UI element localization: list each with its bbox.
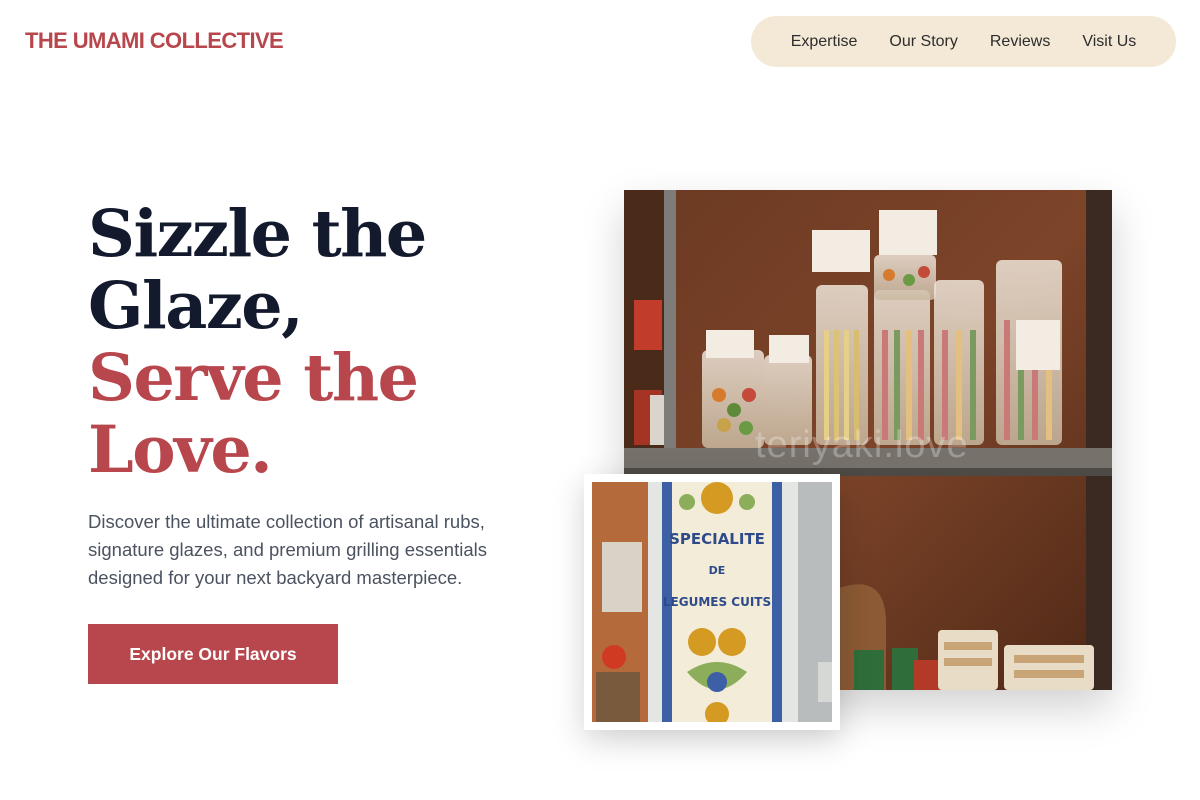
- sign-text-legumes: LEGUMES CUITS: [663, 595, 771, 609]
- nav-item-visit-us[interactable]: Visit Us: [1082, 33, 1136, 51]
- explore-flavors-button[interactable]: Explore Our Flavors: [88, 624, 338, 684]
- inset-photo-card: SPECIALITE DE LEGUMES CUITS: [584, 474, 840, 730]
- hero-title-line-1: Sizzle the: [88, 196, 427, 272]
- brand-logo[interactable]: THE UMAMI COLLECTIVE: [25, 28, 284, 54]
- hero-title: Sizzle the Glaze, Serve the Love.: [88, 198, 568, 486]
- nav-item-reviews[interactable]: Reviews: [990, 33, 1050, 51]
- vintage-sign-photo: SPECIALITE DE LEGUMES CUITS: [592, 482, 832, 722]
- sign-text-specialite: SPECIALITE: [669, 530, 765, 548]
- hero-title-line-4: Love.: [88, 412, 273, 488]
- vintage-sign-illustration: SPECIALITE DE LEGUMES CUITS: [592, 482, 832, 722]
- nav-item-expertise[interactable]: Expertise: [791, 33, 858, 51]
- hero-title-line-3: Serve the: [88, 340, 419, 416]
- main-nav: Expertise Our Story Reviews Visit Us: [751, 16, 1176, 67]
- image-watermark: teriyaki.love: [755, 424, 969, 466]
- hero-description: Discover the ultimate collection of arti…: [88, 511, 487, 588]
- hero-title-line-2: Glaze,: [88, 268, 304, 344]
- nav-item-our-story[interactable]: Our Story: [889, 33, 957, 51]
- sign-text-de: DE: [709, 564, 726, 577]
